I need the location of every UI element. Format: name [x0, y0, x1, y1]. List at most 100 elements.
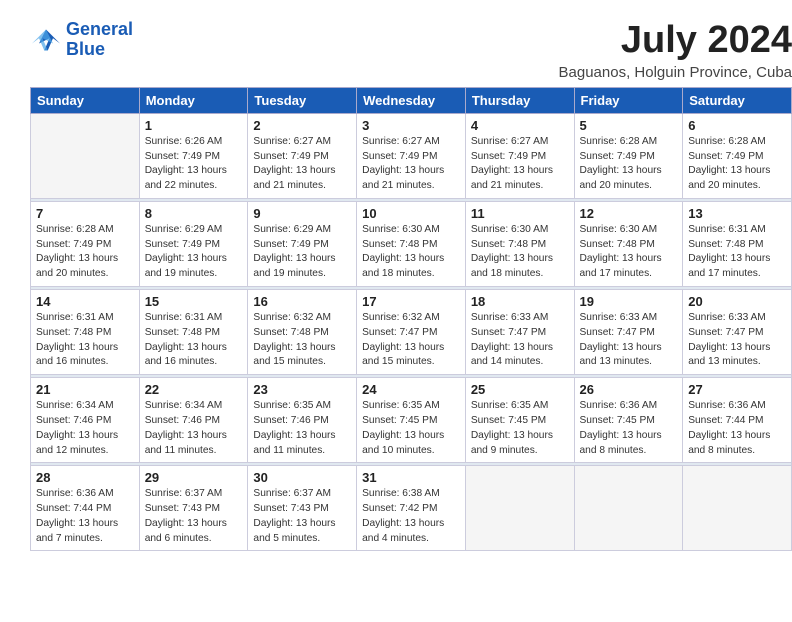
calendar-cell: 24 Sunrise: 6:35 AMSunset: 7:45 PMDayligh… [357, 378, 466, 463]
calendar-cell: 15Sunrise: 6:31 AMSunset: 7:48 PMDayligh… [139, 290, 248, 375]
calendar-cell [31, 113, 140, 198]
calendar-cell: 18Sunrise: 6:33 AMSunset: 7:47 PMDayligh… [465, 290, 574, 375]
day-number: 13 [688, 206, 786, 221]
calendar-week-5: 28 Sunrise: 6:36 AMSunset: 7:44 PMDayligh… [31, 466, 792, 551]
day-number: 14 [36, 294, 134, 309]
calendar-cell [683, 466, 792, 551]
calendar-cell: 29 Sunrise: 6:37 AMSunset: 7:43 PMDayligh… [139, 466, 248, 551]
logo-icon [30, 26, 62, 54]
day-info: Sunrise: 6:36 AMSunset: 7:44 PMDaylight:… [36, 487, 134, 546]
day-info: Sunrise: 6:33 AMSunset: 7:47 PMDaylight:… [688, 311, 786, 370]
calendar-cell: 31 Sunrise: 6:38 AMSunset: 7:42 PMDayligh… [357, 466, 466, 551]
logo-text: General Blue [66, 20, 133, 60]
day-number: 31 [362, 470, 460, 485]
day-info: Sunrise: 6:30 AMSunset: 7:48 PMDaylight:… [362, 223, 460, 282]
calendar-cell: 20 Sunrise: 6:33 AMSunset: 7:47 PMDayligh… [683, 290, 792, 375]
calendar-cell: 19 Sunrise: 6:33 AMSunset: 7:47 PMDayligh… [574, 290, 683, 375]
title-block: July 2024 Baguanos, Holguin Province, Cu… [559, 20, 792, 81]
calendar-cell: 22 Sunrise: 6:34 AMSunset: 7:46 PMDayligh… [139, 378, 248, 463]
day-info: Sunrise: 6:37 AMSunset: 7:43 PMDaylight:… [253, 487, 351, 546]
day-number: 6 [688, 118, 786, 133]
day-number: 29 [145, 470, 243, 485]
calendar-cell: 1 Sunrise: 6:26 AMSunset: 7:49 PMDaylight… [139, 113, 248, 198]
day-number: 18 [471, 294, 569, 309]
weekday-header-thursday: Thursday [465, 87, 574, 113]
calendar-cell: 8Sunrise: 6:29 AMSunset: 7:49 PMDaylight… [139, 201, 248, 286]
day-number: 11 [471, 206, 569, 221]
calendar-cell: 17 Sunrise: 6:32 AMSunset: 7:47 PMDayligh… [357, 290, 466, 375]
calendar-cell: 27 Sunrise: 6:36 AMSunset: 7:44 PMDayligh… [683, 378, 792, 463]
calendar-table: SundayMondayTuesdayWednesdayThursdayFrid… [30, 87, 792, 552]
day-number: 20 [688, 294, 786, 309]
day-number: 23 [253, 382, 351, 397]
day-number: 10 [362, 206, 460, 221]
calendar-cell: 5 Sunrise: 6:28 AMSunset: 7:49 PMDaylight… [574, 113, 683, 198]
day-info: Sunrise: 6:33 AMSunset: 7:47 PMDaylight:… [580, 311, 678, 370]
day-info: Sunrise: 6:28 AMSunset: 7:49 PMDaylight:… [580, 135, 678, 194]
header: General Blue July 2024 Baguanos, Holguin… [30, 20, 792, 81]
day-number: 21 [36, 382, 134, 397]
day-number: 5 [580, 118, 678, 133]
day-number: 30 [253, 470, 351, 485]
day-info: Sunrise: 6:32 AMSunset: 7:47 PMDaylight:… [362, 311, 460, 370]
day-info: Sunrise: 6:31 AMSunset: 7:48 PMDaylight:… [36, 311, 134, 370]
day-info: Sunrise: 6:29 AMSunset: 7:49 PMDaylight:… [145, 223, 243, 282]
day-info: Sunrise: 6:38 AMSunset: 7:42 PMDaylight:… [362, 487, 460, 546]
calendar-cell: 2Sunrise: 6:27 AMSunset: 7:49 PMDaylight… [248, 113, 357, 198]
day-number: 7 [36, 206, 134, 221]
calendar-header-row: SundayMondayTuesdayWednesdayThursdayFrid… [31, 87, 792, 113]
day-number: 1 [145, 118, 243, 133]
calendar-page: General Blue July 2024 Baguanos, Holguin… [15, 10, 792, 622]
day-info: Sunrise: 6:36 AMSunset: 7:44 PMDaylight:… [688, 399, 786, 458]
day-info: Sunrise: 6:29 AMSunset: 7:49 PMDaylight:… [253, 223, 351, 282]
day-info: Sunrise: 6:30 AMSunset: 7:48 PMDaylight:… [580, 223, 678, 282]
month-title: July 2024 [559, 20, 792, 62]
day-info: Sunrise: 6:26 AMSunset: 7:49 PMDaylight:… [145, 135, 243, 194]
calendar-week-3: 14 Sunrise: 6:31 AMSunset: 7:48 PMDayligh… [31, 290, 792, 375]
day-number: 25 [471, 382, 569, 397]
calendar-cell: 10 Sunrise: 6:30 AMSunset: 7:48 PMDayligh… [357, 201, 466, 286]
day-info: Sunrise: 6:27 AMSunset: 7:49 PMDaylight:… [253, 135, 351, 194]
day-info: Sunrise: 6:28 AMSunset: 7:49 PMDaylight:… [36, 223, 134, 282]
calendar-cell: 23 Sunrise: 6:35 AMSunset: 7:46 PMDayligh… [248, 378, 357, 463]
calendar-body: 1 Sunrise: 6:26 AMSunset: 7:49 PMDaylight… [31, 113, 792, 551]
day-info: Sunrise: 6:35 AMSunset: 7:46 PMDaylight:… [253, 399, 351, 458]
day-number: 24 [362, 382, 460, 397]
day-info: Sunrise: 6:35 AMSunset: 7:45 PMDaylight:… [362, 399, 460, 458]
day-info: Sunrise: 6:34 AMSunset: 7:46 PMDaylight:… [145, 399, 243, 458]
calendar-cell [574, 466, 683, 551]
calendar-cell [465, 466, 574, 551]
calendar-cell: 26 Sunrise: 6:36 AMSunset: 7:45 PMDayligh… [574, 378, 683, 463]
day-number: 22 [145, 382, 243, 397]
day-info: Sunrise: 6:35 AMSunset: 7:45 PMDaylight:… [471, 399, 569, 458]
calendar-cell: 6Sunrise: 6:28 AMSunset: 7:49 PMDaylight… [683, 113, 792, 198]
day-info: Sunrise: 6:31 AMSunset: 7:48 PMDaylight:… [688, 223, 786, 282]
calendar-cell: 9Sunrise: 6:29 AMSunset: 7:49 PMDaylight… [248, 201, 357, 286]
day-number: 28 [36, 470, 134, 485]
calendar-week-1: 1 Sunrise: 6:26 AMSunset: 7:49 PMDaylight… [31, 113, 792, 198]
calendar-cell: 25 Sunrise: 6:35 AMSunset: 7:45 PMDayligh… [465, 378, 574, 463]
day-number: 19 [580, 294, 678, 309]
day-number: 17 [362, 294, 460, 309]
calendar-cell: 12Sunrise: 6:30 AMSunset: 7:48 PMDayligh… [574, 201, 683, 286]
location: Baguanos, Holguin Province, Cuba [559, 64, 792, 81]
day-number: 3 [362, 118, 460, 133]
day-info: Sunrise: 6:27 AMSunset: 7:49 PMDaylight:… [471, 135, 569, 194]
day-info: Sunrise: 6:37 AMSunset: 7:43 PMDaylight:… [145, 487, 243, 546]
day-number: 26 [580, 382, 678, 397]
day-number: 15 [145, 294, 243, 309]
weekday-header-tuesday: Tuesday [248, 87, 357, 113]
day-info: Sunrise: 6:32 AMSunset: 7:48 PMDaylight:… [253, 311, 351, 370]
weekday-header-wednesday: Wednesday [357, 87, 466, 113]
calendar-cell: 13 Sunrise: 6:31 AMSunset: 7:48 PMDayligh… [683, 201, 792, 286]
logo: General Blue [30, 20, 133, 60]
calendar-cell: 3Sunrise: 6:27 AMSunset: 7:49 PMDaylight… [357, 113, 466, 198]
weekday-header-monday: Monday [139, 87, 248, 113]
day-number: 27 [688, 382, 786, 397]
calendar-cell: 21 Sunrise: 6:34 AMSunset: 7:46 PMDayligh… [31, 378, 140, 463]
day-info: Sunrise: 6:36 AMSunset: 7:45 PMDaylight:… [580, 399, 678, 458]
day-number: 16 [253, 294, 351, 309]
weekday-header-sunday: Sunday [31, 87, 140, 113]
day-info: Sunrise: 6:34 AMSunset: 7:46 PMDaylight:… [36, 399, 134, 458]
calendar-cell: 16 Sunrise: 6:32 AMSunset: 7:48 PMDayligh… [248, 290, 357, 375]
